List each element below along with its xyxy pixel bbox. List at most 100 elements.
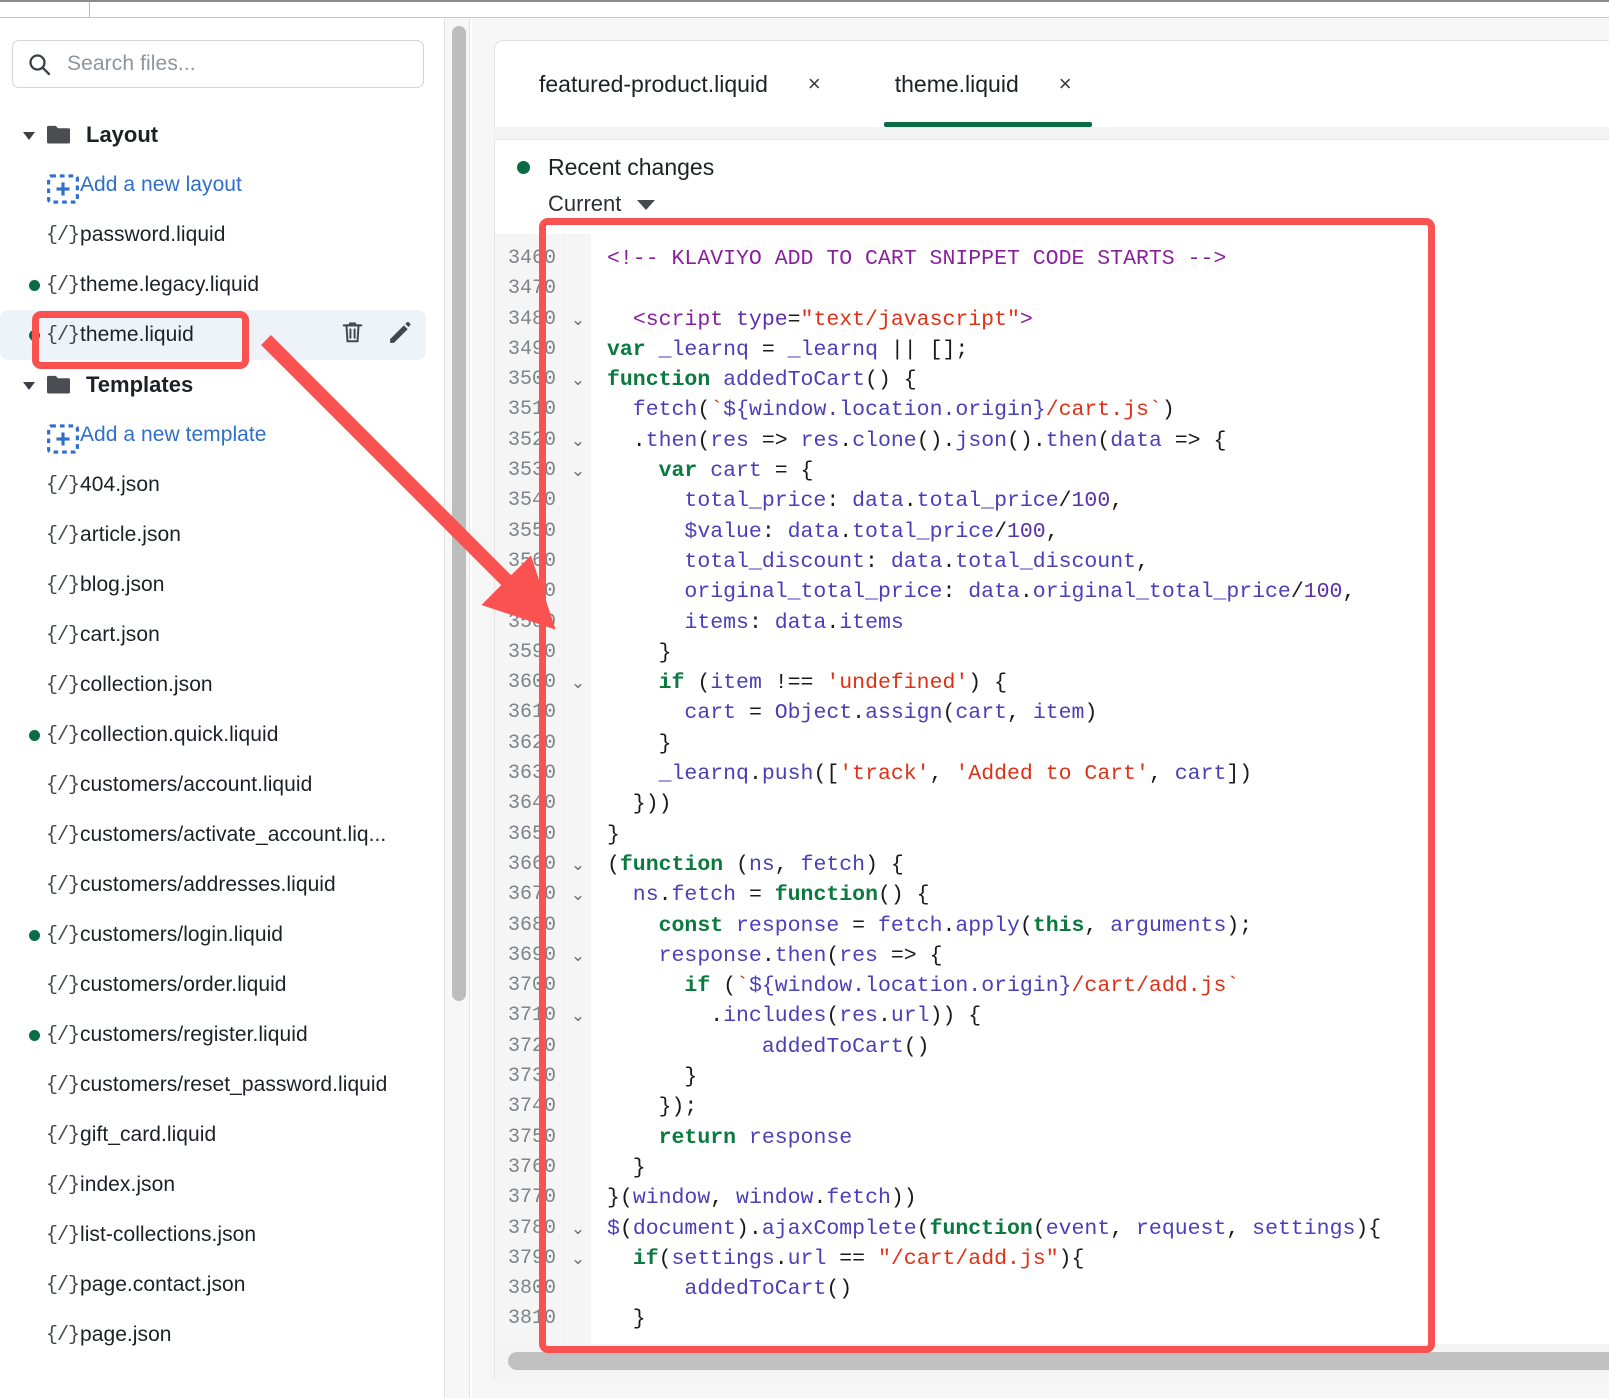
code-line: } bbox=[607, 822, 620, 847]
recent-changes-title: Recent changes bbox=[548, 154, 715, 180]
modified-dot-icon bbox=[22, 1230, 46, 1241]
close-icon[interactable]: × bbox=[808, 73, 821, 95]
file-row[interactable]: {/} page.contact.json bbox=[0, 1260, 444, 1310]
file-row[interactable]: {/} 404.json bbox=[0, 460, 444, 510]
line-number: 3530 bbox=[507, 459, 556, 483]
file-row[interactable]: {/} blog.json bbox=[0, 560, 444, 610]
file-row[interactable]: {/} list-collections.json bbox=[0, 1210, 444, 1260]
code-horizontal-scrollbar-thumb[interactable] bbox=[508, 1352, 1609, 1370]
caret-down-icon[interactable] bbox=[20, 376, 38, 394]
file-row[interactable]: {/} customers/order.liquid bbox=[0, 960, 444, 1010]
fold-chevron-icon[interactable]: ⌄ bbox=[565, 1001, 591, 1031]
line-number: 3680 bbox=[507, 913, 556, 937]
line-number: 3760 bbox=[507, 1155, 556, 1179]
fold-chevron-icon[interactable]: ⌄ bbox=[565, 850, 591, 880]
fold-chevron-icon[interactable]: ⌄ bbox=[565, 456, 591, 486]
file-row[interactable]: {/} customers/register.liquid bbox=[0, 1010, 444, 1060]
tree-group-templates[interactable]: Templates bbox=[0, 360, 444, 410]
trash-icon[interactable] bbox=[340, 320, 365, 350]
file-panel-scrollbar-thumb[interactable] bbox=[452, 26, 466, 1001]
liquid-file-icon: {/} bbox=[46, 1073, 80, 1097]
version-selector-label: Current bbox=[548, 191, 622, 216]
fold-chevron-icon[interactable]: ⌄ bbox=[565, 365, 591, 395]
line-number: 3670 bbox=[507, 883, 556, 907]
fold-chevron-icon[interactable]: ⌄ bbox=[565, 668, 591, 698]
liquid-file-icon: {/} bbox=[46, 1173, 80, 1197]
line-number: 3660 bbox=[507, 852, 556, 876]
file-row[interactable]: {/} customers/account.liquid bbox=[0, 760, 444, 810]
fold-chevron-icon[interactable]: ⌄ bbox=[565, 305, 591, 335]
close-icon[interactable]: × bbox=[1059, 73, 1072, 95]
file-row[interactable]: {/} theme.liquid bbox=[0, 310, 426, 360]
add-new-label: Add a new template bbox=[80, 423, 267, 446]
fold-chevron-icon[interactable]: ⌄ bbox=[565, 880, 591, 910]
code-line: <script type="text/javascript"> bbox=[632, 307, 1033, 332]
fold-chevron-icon[interactable]: ⌄ bbox=[565, 941, 591, 971]
modified-dot-icon bbox=[22, 230, 46, 241]
search-files-box[interactable]: Search files... bbox=[12, 40, 424, 88]
file-row[interactable]: {/} page.json bbox=[0, 1310, 444, 1360]
fold-chevron-icon[interactable]: ⌄ bbox=[565, 1214, 591, 1244]
caret-down-icon[interactable] bbox=[20, 126, 38, 144]
file-name-label: customers/order.liquid bbox=[80, 973, 287, 996]
fold-chevron-icon[interactable]: ⌄ bbox=[565, 426, 591, 456]
file-row[interactable]: {/} cart.json bbox=[0, 610, 444, 660]
file-name-label: index.json bbox=[80, 1173, 176, 1196]
liquid-file-icon: {/} bbox=[46, 523, 80, 547]
add-new-template-button[interactable]: Add a new template bbox=[0, 410, 444, 460]
line-number: 3620 bbox=[507, 731, 556, 755]
file-row[interactable]: {/} customers/login.liquid bbox=[0, 910, 444, 960]
code-line: total_price: data.total_price/100, bbox=[607, 489, 1124, 514]
modified-dot-icon bbox=[22, 279, 46, 291]
fold-chevron-icon[interactable]: ⌄ bbox=[565, 1244, 591, 1274]
file-name-label: customers/register.liquid bbox=[80, 1023, 308, 1046]
file-row[interactable]: {/} customers/addresses.liquid bbox=[0, 860, 444, 910]
search-input-placeholder[interactable]: Search files... bbox=[67, 52, 196, 76]
pencil-icon[interactable] bbox=[387, 320, 412, 350]
file-row[interactable]: {/} collection.quick.liquid bbox=[0, 710, 444, 760]
add-new-layout-button[interactable]: Add a new layout bbox=[0, 160, 444, 210]
version-selector[interactable]: Current bbox=[548, 191, 1609, 217]
code-line: total_discount: data.total_discount, bbox=[607, 549, 1149, 574]
file-name-label: customers/login.liquid bbox=[80, 923, 284, 946]
code-content[interactable]: <!-- KLAVIYO ADD TO CART SNIPPET CODE ST… bbox=[591, 234, 1609, 1344]
line-number: 3720 bbox=[507, 1034, 556, 1058]
code-line: function addedToCart() { bbox=[607, 368, 917, 393]
code-line: var _learnq = _learnq || []; bbox=[607, 337, 969, 362]
file-name-label: password.liquid bbox=[80, 223, 226, 246]
file-row[interactable]: {/} index.json bbox=[0, 1160, 444, 1210]
file-name-label: customers/activate_account.liq... bbox=[80, 823, 387, 846]
file-row[interactable]: {/} collection.json bbox=[0, 660, 444, 710]
line-number: 3550 bbox=[507, 519, 556, 543]
code-editor[interactable]: 3460 3470 3480 3490 3500 3510 3520 3530 3540 3550… bbox=[494, 234, 1609, 1344]
file-row[interactable]: {/} customers/reset_password.liquid bbox=[0, 1060, 444, 1110]
file-name-label: collection.quick.liquid bbox=[80, 723, 279, 746]
editor-tab[interactable]: theme.liquid × bbox=[851, 41, 1102, 127]
liquid-file-icon: {/} bbox=[46, 1123, 80, 1147]
modified-dot-icon bbox=[22, 1130, 46, 1141]
modified-dot-icon bbox=[22, 1330, 46, 1341]
line-number: 3520 bbox=[507, 428, 556, 452]
file-row[interactable]: {/} gift_card.liquid bbox=[0, 1110, 444, 1160]
modified-dot-icon bbox=[22, 830, 46, 841]
tree-group-layout[interactable]: Layout bbox=[0, 110, 444, 160]
file-name-label: gift_card.liquid bbox=[80, 1123, 217, 1146]
editor-tab[interactable]: featured-product.liquid × bbox=[495, 41, 851, 127]
line-number: 3470 bbox=[507, 277, 556, 301]
file-row[interactable]: {/} article.json bbox=[0, 510, 444, 560]
liquid-file-icon: {/} bbox=[46, 1223, 80, 1247]
code-fold-gutter[interactable]: ⌄ ⌄ ⌄ ⌄ ⌄ ⌄ ⌄ ⌄ ⌄ ⌄ ⌄ bbox=[565, 234, 591, 1344]
modified-dot-icon bbox=[22, 780, 46, 791]
file-row[interactable]: {/} customers/activate_account.liq... bbox=[0, 810, 444, 860]
liquid-file-icon: {/} bbox=[46, 723, 80, 747]
modified-dot-icon bbox=[22, 880, 46, 891]
file-row[interactable]: {/} theme.legacy.liquid bbox=[0, 260, 444, 310]
file-row[interactable]: {/} password.liquid bbox=[0, 210, 444, 260]
editor-tab-label: theme.liquid bbox=[894, 70, 1019, 97]
